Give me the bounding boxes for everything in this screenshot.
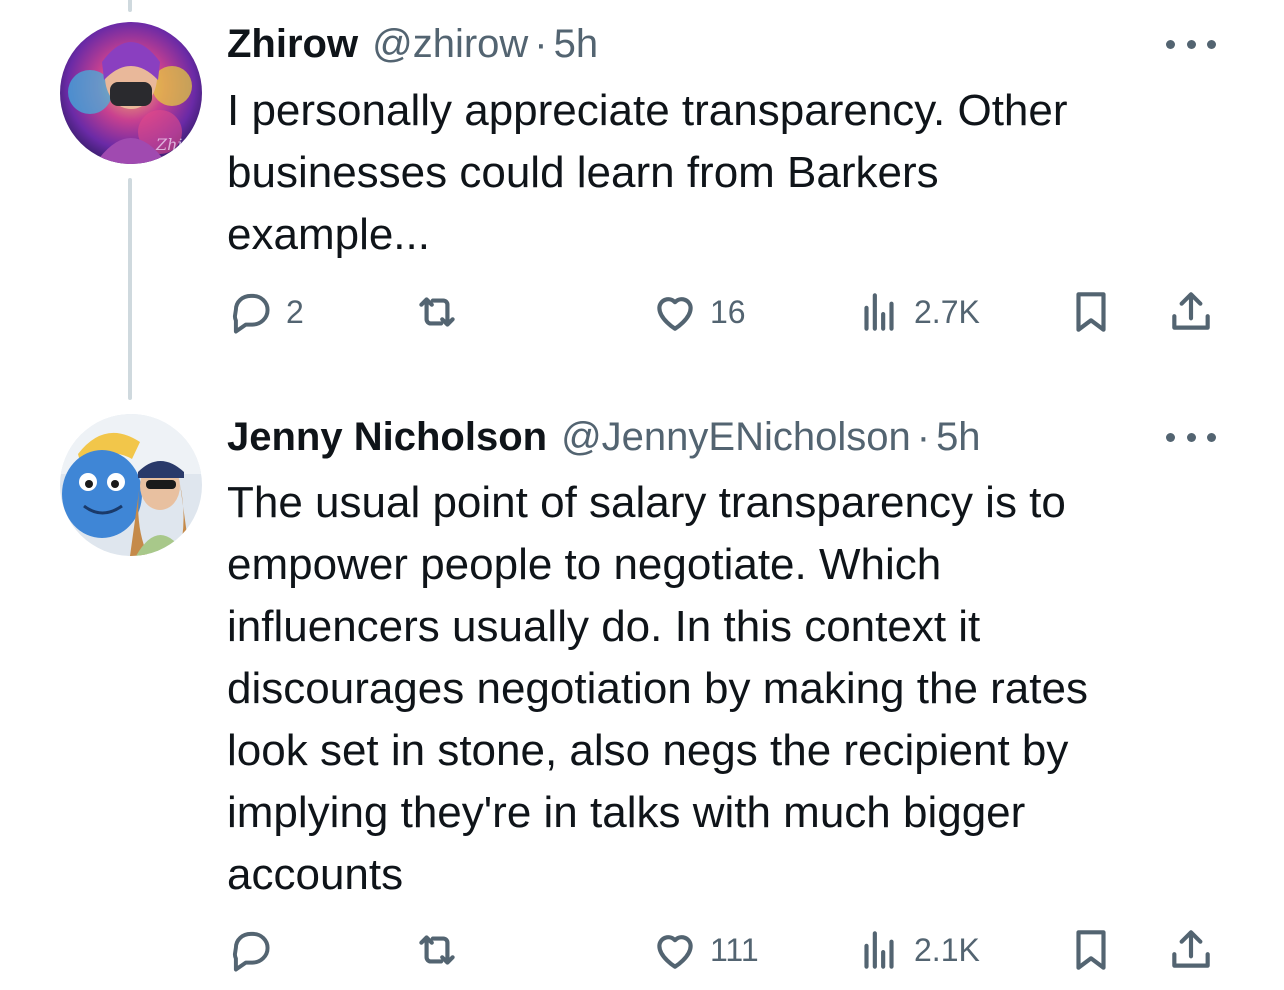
more-icon[interactable] xyxy=(1166,26,1216,62)
bookmark-button[interactable] xyxy=(1066,282,1116,342)
reply-button[interactable]: 2 xyxy=(226,282,304,342)
display-name[interactable]: Zhirow xyxy=(227,22,358,67)
bookmark-icon xyxy=(1076,292,1106,332)
reply-icon xyxy=(232,293,270,334)
display-name[interactable]: Jenny Nicholson xyxy=(227,415,547,460)
like-button[interactable]: 16 xyxy=(650,282,746,342)
tweet-jenny-nicholson[interactable]: Jenny Nicholson @JennyENicholson · 5h Th… xyxy=(0,400,1284,990)
bookmark-icon xyxy=(1076,930,1106,970)
reply-icon xyxy=(232,931,270,972)
like-button[interactable]: 111 xyxy=(650,920,759,980)
timestamp[interactable]: 5h xyxy=(554,22,599,67)
like-count: 111 xyxy=(710,931,759,968)
separator-dot: · xyxy=(916,414,931,459)
share-button[interactable] xyxy=(1166,282,1216,342)
like-icon xyxy=(657,297,693,331)
action-bar: 111 2.1K xyxy=(226,920,1226,980)
tweet-header: Zhirow @zhirow · 5h xyxy=(227,18,1224,70)
tweet-text: I personally appreciate transparency. Ot… xyxy=(227,86,1068,259)
action-bar: 2 16 2.7K xyxy=(226,282,1226,342)
like-count: 16 xyxy=(710,293,746,330)
more-icon[interactable] xyxy=(1166,419,1216,455)
separator-dot: · xyxy=(534,21,548,66)
views-icon xyxy=(864,931,894,969)
views-button[interactable]: 2.1K xyxy=(854,920,980,980)
share-button[interactable] xyxy=(1166,920,1216,980)
retweet-icon xyxy=(419,935,455,965)
bookmark-button[interactable] xyxy=(1066,920,1116,980)
share-icon xyxy=(1172,930,1210,968)
views-icon xyxy=(864,293,894,331)
retweet-button[interactable] xyxy=(412,920,472,980)
retweet-button[interactable] xyxy=(412,282,472,342)
user-handle[interactable]: @zhirow xyxy=(372,22,528,67)
reply-button[interactable] xyxy=(226,920,286,980)
share-icon xyxy=(1172,292,1210,330)
like-icon xyxy=(657,935,693,969)
views-count: 2.7K xyxy=(914,293,980,330)
retweet-icon xyxy=(419,297,455,327)
tweet-header: Jenny Nicholson @JennyENicholson · 5h xyxy=(227,411,1224,463)
tweet-zhirow[interactable]: Zhirow Zhirow @zhirow · 5h I personally … xyxy=(0,0,1284,400)
timestamp[interactable]: 5h xyxy=(936,415,981,460)
reply-count: 2 xyxy=(286,293,304,330)
views-button[interactable]: 2.7K xyxy=(854,282,980,342)
avatar-zhirow[interactable]: Zhirow xyxy=(60,22,202,164)
user-handle[interactable]: @JennyENicholson xyxy=(561,415,911,460)
tweet-text: The usual point of salary transparency i… xyxy=(227,478,1088,899)
avatar-watermark: Zhirow xyxy=(155,135,202,154)
views-count: 2.1K xyxy=(914,931,980,968)
avatar-jenny-nicholson[interactable] xyxy=(60,414,202,556)
